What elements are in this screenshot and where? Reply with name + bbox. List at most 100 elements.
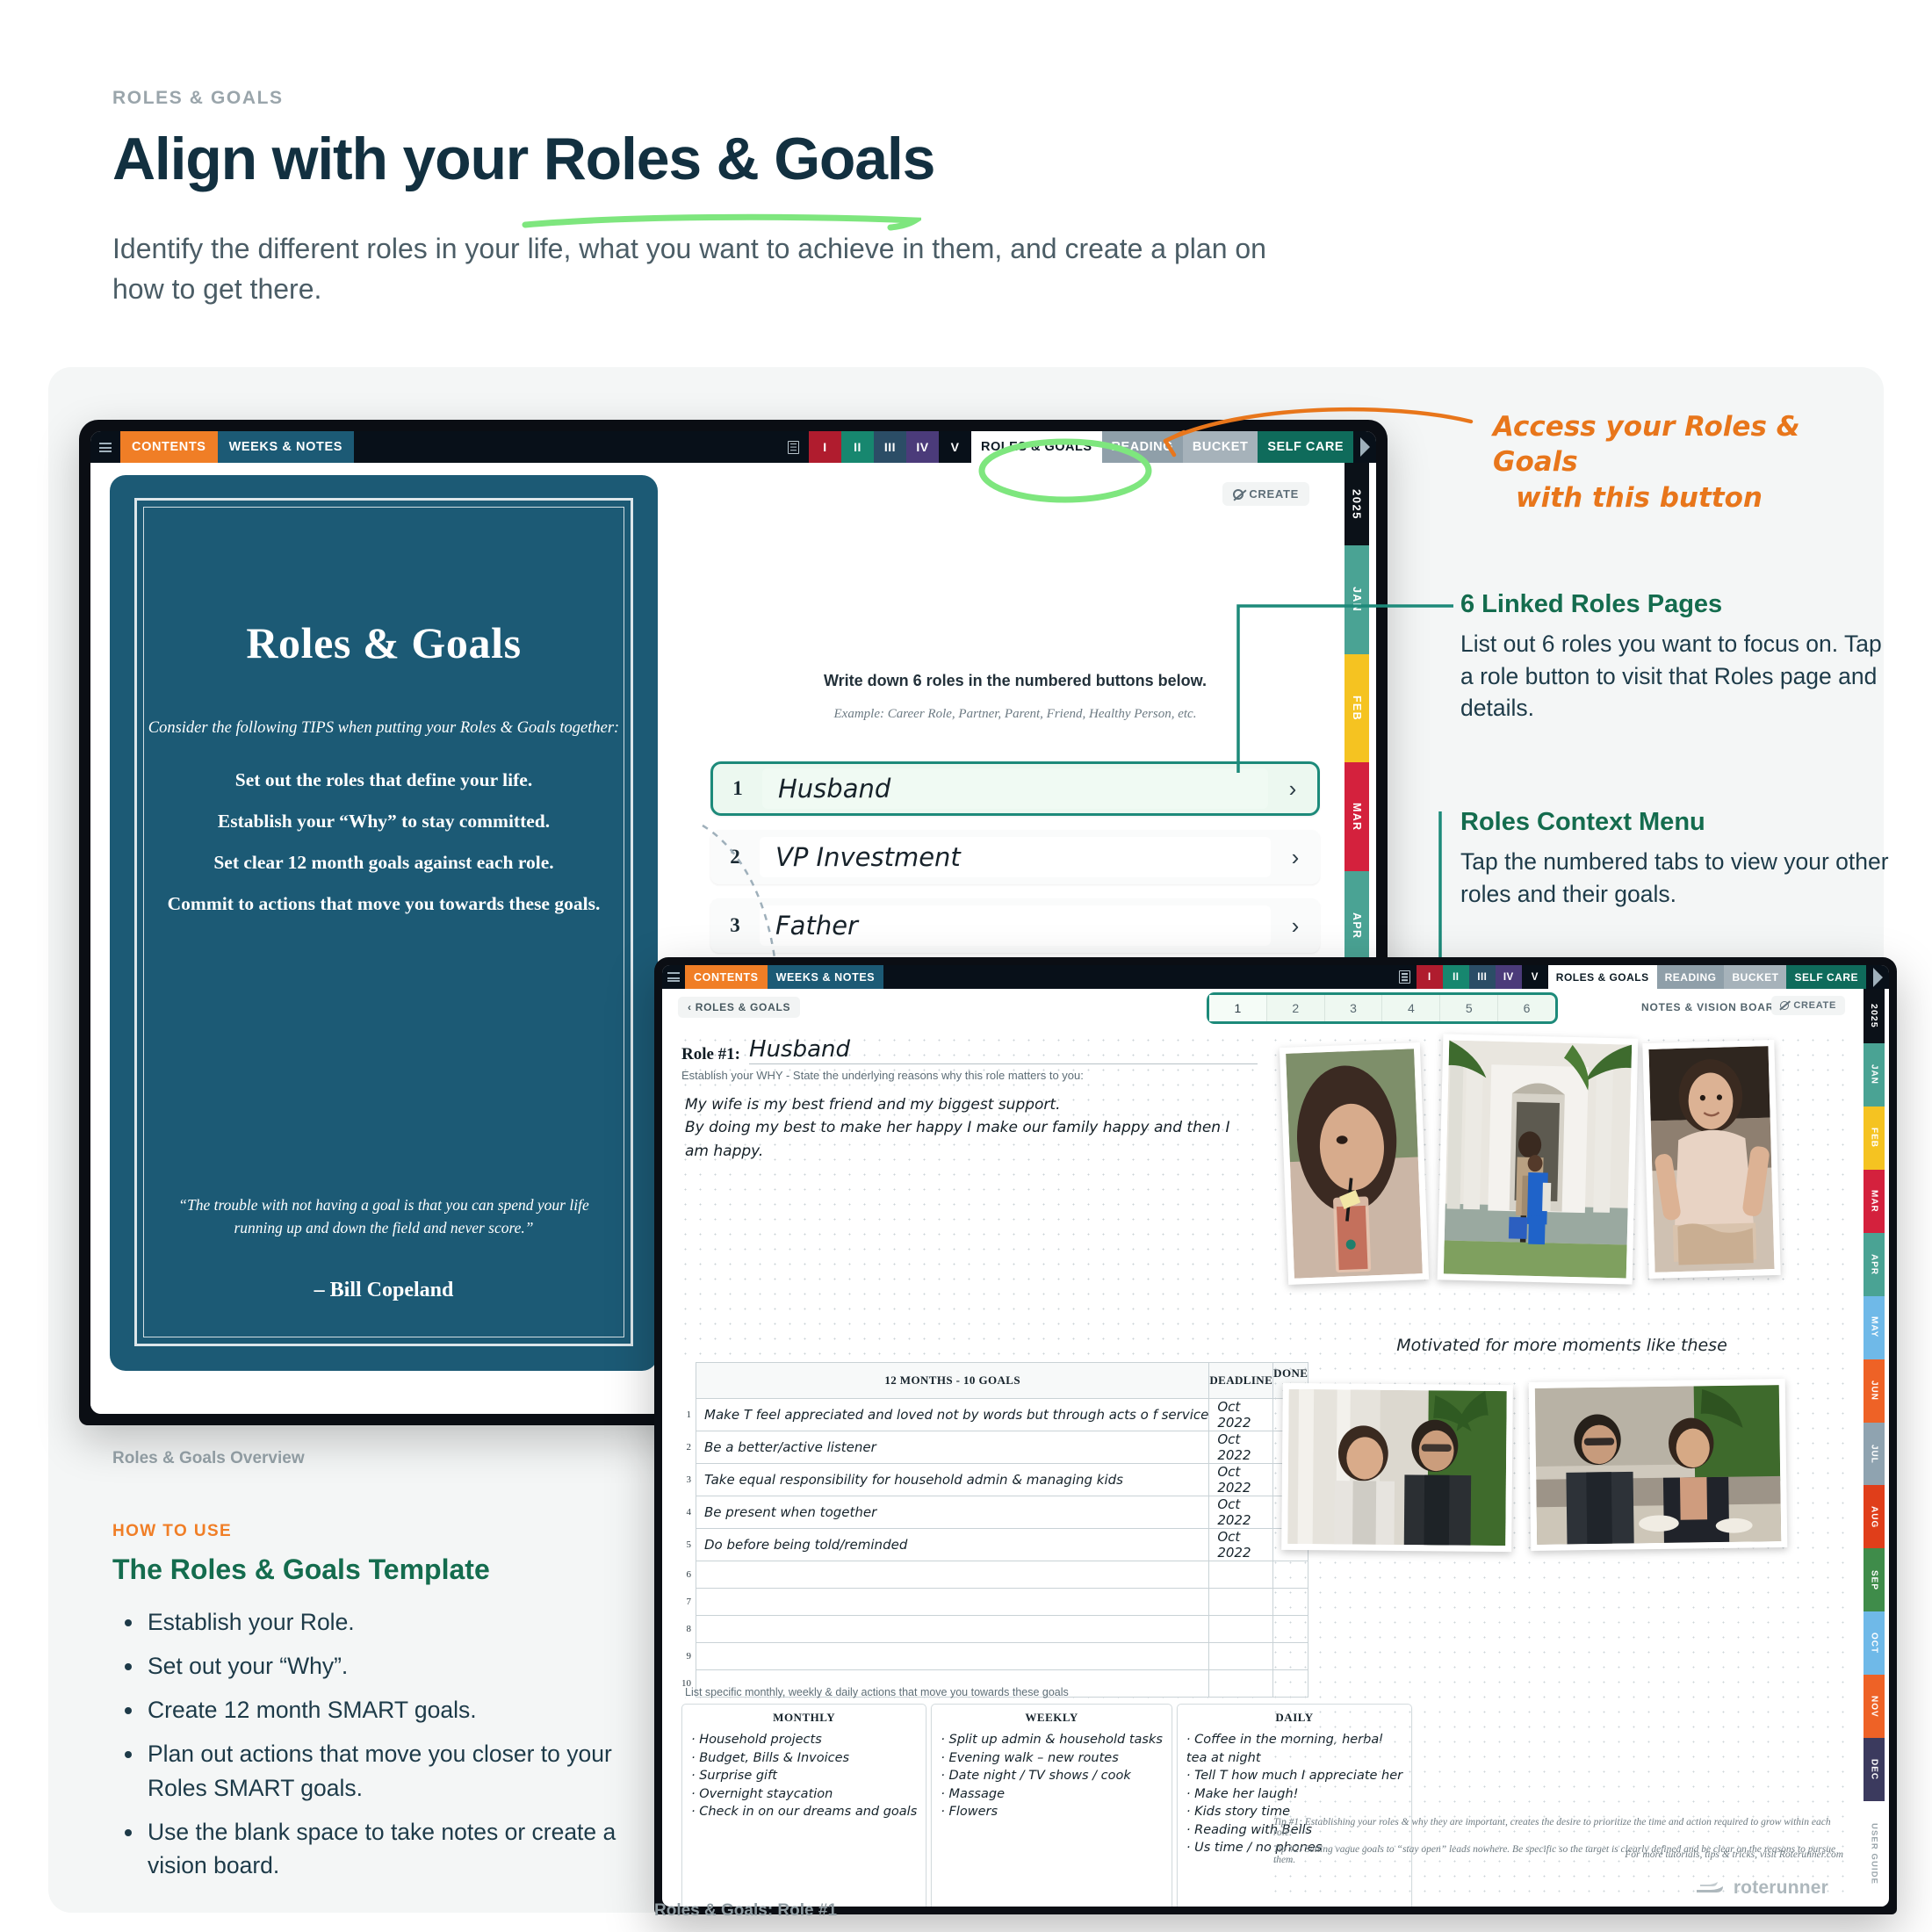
tab-weeks-notes[interactable]: WEEKS & NOTES	[767, 965, 884, 989]
role-value-1[interactable]: Husband	[762, 768, 1268, 809]
goal-text[interactable]: Do before being told/reminded	[695, 1528, 1210, 1561]
roman-tab-iii[interactable]: III	[873, 431, 906, 463]
tab-bucket[interactable]: BUCKET	[1724, 965, 1787, 989]
goal-deadline[interactable]: Oct 2022	[1208, 1528, 1274, 1561]
goal-text[interactable]: Make T feel appreciated and loved not by…	[695, 1398, 1210, 1431]
goal-deadline[interactable]: Oct 2022	[1208, 1398, 1274, 1431]
user-guide-tab[interactable]: USER GUIDE	[1864, 1801, 1885, 1907]
vision-photo-1[interactable]	[1279, 1042, 1430, 1285]
role-value-2[interactable]: VP Investment	[760, 837, 1271, 877]
tab-self-care[interactable]: SELF CARE	[1258, 431, 1353, 463]
goal-deadline[interactable]	[1208, 1588, 1274, 1616]
create-button[interactable]: CREATE	[1222, 482, 1309, 506]
role-value-3[interactable]: Father	[760, 905, 1271, 946]
month-tab-sep[interactable]: SEP	[1864, 1548, 1885, 1612]
month-tab-aug[interactable]: AUG	[1864, 1485, 1885, 1549]
month-tab-oct[interactable]: OCT	[1864, 1611, 1885, 1676]
actions-column-monthly[interactable]: MONTHLY Household projects Budget, Bills…	[681, 1704, 927, 1907]
goal-deadline[interactable]: Oct 2022	[1208, 1463, 1274, 1496]
actions-column-weekly[interactable]: WEEKLY Split up admin & household tasks …	[931, 1704, 1172, 1907]
table-row[interactable]: 2 Be a better/active listener Oct 2022	[681, 1431, 1309, 1464]
vision-photo-2[interactable]	[1437, 1034, 1639, 1285]
why-text-area[interactable]: My wife is my best friend and my biggest…	[678, 1093, 1258, 1163]
month-tab-feb[interactable]: FEB	[1864, 1106, 1885, 1170]
goal-text[interactable]	[695, 1615, 1210, 1643]
vision-photo-4[interactable]	[1281, 1382, 1513, 1553]
role-button-3[interactable]: 3 Father ›	[710, 898, 1320, 953]
table-row[interactable]: 5 Do before being told/reminded Oct 2022	[681, 1528, 1309, 1561]
month-tab-jan[interactable]: JAN	[1344, 545, 1369, 654]
role-button-2[interactable]: 2 VP Investment ›	[710, 830, 1320, 884]
tab-contents[interactable]: CONTENTS	[685, 965, 768, 989]
month-tab-jan[interactable]: JAN	[1864, 1043, 1885, 1107]
goal-deadline[interactable]: Oct 2022	[1208, 1431, 1274, 1464]
table-row[interactable]: 3 Take equal responsibility for househol…	[681, 1463, 1309, 1496]
roman-tab-ii[interactable]: II	[840, 431, 874, 463]
goal-deadline[interactable]	[1208, 1669, 1274, 1698]
goal-text[interactable]: Be a better/active listener	[695, 1431, 1210, 1464]
role-tab-6[interactable]: 6	[1498, 995, 1555, 1021]
roman-tab-iv[interactable]: IV	[1495, 965, 1522, 989]
tab-weeks-notes[interactable]: WEEKS & NOTES	[217, 431, 355, 463]
roman-tab-i[interactable]: I	[1416, 965, 1443, 989]
goal-deadline[interactable]	[1208, 1615, 1274, 1643]
actions-monthly-list: Household projects Budget, Bills & Invoi…	[691, 1731, 917, 1821]
goal-deadline[interactable]	[1208, 1561, 1274, 1589]
roman-tab-i[interactable]: I	[808, 431, 841, 463]
table-row[interactable]: 6	[681, 1561, 1309, 1589]
table-row[interactable]: 4 Be present when together Oct 2022	[681, 1496, 1309, 1529]
roman-tab-ii[interactable]: II	[1442, 965, 1469, 989]
table-row[interactable]: 7	[681, 1588, 1309, 1616]
role-tab-1[interactable]: 1	[1209, 995, 1267, 1021]
roman-tab-iii[interactable]: III	[1468, 965, 1496, 989]
hamburger-icon[interactable]	[662, 965, 685, 989]
month-tab-mar[interactable]: MAR	[1344, 762, 1369, 871]
goal-text[interactable]	[695, 1561, 1210, 1589]
role-tab-4[interactable]: 4	[1382, 995, 1441, 1021]
role-tab-2[interactable]: 2	[1267, 995, 1325, 1021]
vision-photo-5[interactable]	[1528, 1378, 1788, 1552]
goal-text[interactable]: Take equal responsibility for household …	[695, 1463, 1210, 1496]
list-icon[interactable]	[779, 431, 809, 463]
year-label-2: 2025	[1864, 989, 1885, 1043]
goal-text[interactable]	[695, 1642, 1210, 1670]
month-tab-may[interactable]: MAY	[1864, 1295, 1885, 1359]
month-tab-dec[interactable]: DEC	[1864, 1738, 1885, 1802]
month-tab-jun[interactable]: JUN	[1864, 1359, 1885, 1423]
goal-deadline[interactable]	[1208, 1642, 1274, 1670]
roman-tab-v[interactable]: V	[1521, 965, 1548, 989]
vision-photo-3[interactable]	[1642, 1039, 1781, 1280]
list-item: Create 12 month SMART goals.	[112, 1693, 657, 1727]
month-tab-mar[interactable]: MAR	[1864, 1169, 1885, 1233]
role-tab-5[interactable]: 5	[1440, 995, 1499, 1021]
tab-contents[interactable]: CONTENTS	[120, 431, 218, 463]
table-row[interactable]: 9	[681, 1642, 1309, 1670]
roman-tab-v[interactable]: V	[938, 431, 971, 463]
goal-deadline[interactable]: Oct 2022	[1208, 1496, 1274, 1529]
goal-text[interactable]: Be present when together	[695, 1496, 1210, 1529]
role-button-1[interactable]: 1 Husband ›	[710, 761, 1320, 816]
list-icon[interactable]	[1393, 965, 1417, 989]
tab-reading[interactable]: READING	[1101, 431, 1183, 463]
tips-footer-link[interactable]: For more tutorials, tips & tricks, visit…	[1625, 1849, 1843, 1860]
goal-text[interactable]	[695, 1588, 1210, 1616]
callout-line-2: with this button	[1516, 481, 1763, 514]
tab-bucket[interactable]: BUCKET	[1182, 431, 1258, 463]
create-button[interactable]: CREATE	[1771, 996, 1845, 1015]
hamburger-icon[interactable]	[90, 431, 120, 463]
roterunner-logo-icon	[1696, 1882, 1723, 1892]
roman-tab-iv[interactable]: IV	[905, 431, 939, 463]
month-tab-nov[interactable]: NOV	[1864, 1675, 1885, 1739]
month-tab-jul[interactable]: JUL	[1864, 1422, 1885, 1486]
month-tab-apr[interactable]: APR	[1864, 1232, 1885, 1296]
month-tab-feb[interactable]: FEB	[1344, 653, 1369, 763]
role-name-input[interactable]: Husband	[749, 1036, 1258, 1064]
tab-roles-and-goals[interactable]: ROLES & GOALS	[970, 431, 1102, 463]
table-row[interactable]: 1 Make T feel appreciated and loved not …	[681, 1398, 1309, 1431]
tab-reading[interactable]: READING	[1656, 965, 1725, 989]
tab-self-care[interactable]: SELF CARE	[1786, 965, 1866, 989]
table-row[interactable]: 8	[681, 1615, 1309, 1643]
back-to-roles-goals-button[interactable]: ‹ ROLES & GOALS	[678, 997, 801, 1018]
role-tab-3[interactable]: 3	[1325, 995, 1383, 1021]
tab-roles-and-goals[interactable]: ROLES & GOALS	[1547, 965, 1657, 989]
